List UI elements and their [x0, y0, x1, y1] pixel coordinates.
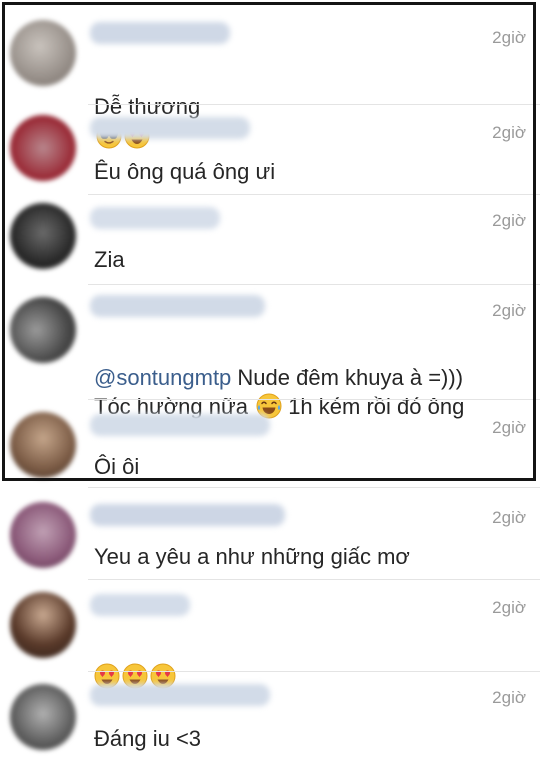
username-blurred[interactable]: [90, 295, 265, 317]
comment-row: 2giờ Đáng iu <3: [0, 672, 540, 765]
avatar[interactable]: [10, 502, 76, 568]
comment-row: 2giờ Êu ông quá ông ưi: [0, 105, 540, 195]
avatar[interactable]: [10, 20, 76, 86]
comment-time: 2giờ: [492, 28, 526, 47]
avatar[interactable]: [10, 297, 76, 363]
avatar[interactable]: [10, 203, 76, 269]
avatar[interactable]: [10, 115, 76, 181]
username-blurred[interactable]: [90, 504, 285, 526]
avatar[interactable]: [10, 684, 76, 750]
comment-time: 2giờ: [492, 123, 526, 142]
comment-time: 2giờ: [492, 598, 526, 617]
username-blurred[interactable]: [90, 684, 270, 706]
comment-time: 2giờ: [492, 211, 526, 230]
comment-list: 2giờ Dễ thương 2giờ Êu ông quá ông ưi 2g…: [0, 0, 540, 765]
username-blurred[interactable]: [90, 117, 250, 139]
comment-text: Đáng iu <3: [94, 726, 202, 751]
comment-text: Êu ông quá ông ưi: [94, 159, 276, 184]
username-blurred[interactable]: [90, 414, 270, 436]
comment-row: 2giờ Yeu a yêu a như những giấc mơ: [0, 488, 540, 580]
comment-row: 2giờ @sontungmtp Nude đêm khuya à =))) T…: [0, 285, 540, 419]
avatar[interactable]: [10, 592, 76, 658]
comment-time: 2giờ: [492, 418, 526, 437]
username-blurred[interactable]: [90, 22, 230, 44]
comment-row: 2giờ Dễ thương: [0, 0, 540, 149]
comment-text: Yeu a yêu a như những giấc mơ: [94, 544, 410, 569]
avatar[interactable]: [10, 412, 76, 478]
comment-row: 2giờ: [0, 580, 540, 689]
comment-row: 2giờ Ôi ôi: [0, 400, 540, 488]
comment-row: 2giờ Zia: [0, 195, 540, 285]
comment-time: 2giờ: [492, 508, 526, 527]
comment-text: Zia: [94, 247, 125, 272]
comment-text: Ôi ôi: [94, 454, 140, 479]
comment-time: 2giờ: [492, 688, 526, 707]
username-blurred[interactable]: [90, 594, 190, 616]
comment-time: 2giờ: [492, 301, 526, 320]
username-blurred[interactable]: [90, 207, 220, 229]
